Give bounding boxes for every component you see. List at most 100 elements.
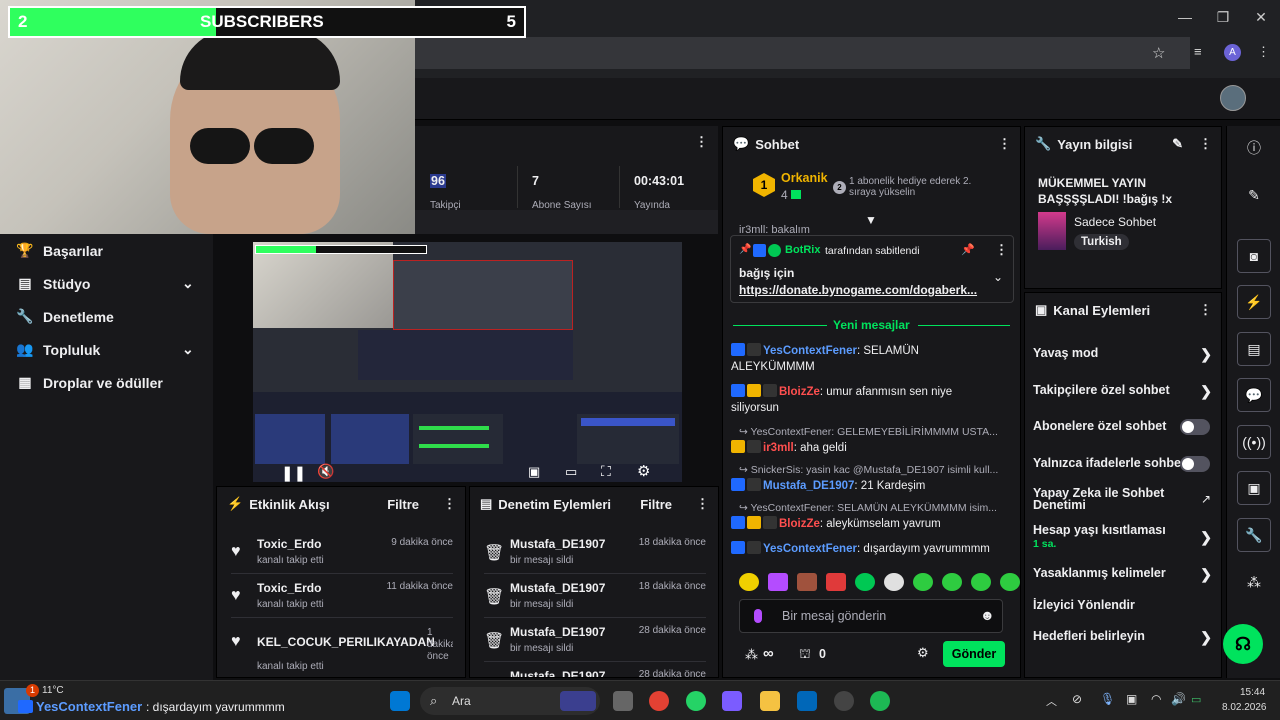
clip-icon[interactable]: ▣ [528,464,540,480]
activity-filter-button[interactable]: Filtre [387,497,419,512]
whatsapp-icon[interactable] [686,691,706,711]
unpin-icon[interactable]: 📌 [961,243,975,256]
emote-icon[interactable] [884,573,904,591]
goals-row[interactable]: Hedefleri belirleyin ❯ [1033,629,1216,645]
file-explorer-icon[interactable] [760,691,780,711]
emote-only-row[interactable]: Yalnızca ifadelerle sohbet [1033,456,1216,472]
mod-filter-button[interactable]: Filtre [640,497,672,512]
tray-chevron-up-icon[interactable]: ︿ [1046,693,1057,709]
clock-date[interactable]: 8.02.2026 [1222,702,1267,713]
emote-icon[interactable] [855,573,875,591]
edit-pencil-icon[interactable]: ✎ [1172,136,1183,152]
chat-menu-icon[interactable]: ⋮ [998,136,1011,152]
user-avatar[interactable] [1220,85,1246,111]
list-item[interactable]: 🗑 Mustafa_DE1907 bir mesajı sildi 18 dakika… [470,575,718,619]
chat-username[interactable]: ir3mll [763,442,794,454]
emoji-picker-icon[interactable]: ☻ [980,607,995,623]
subs-only-toggle[interactable] [1180,419,1210,435]
mod-menu-icon[interactable]: ⋮ [696,496,709,512]
notes-icon[interactable]: ▤ [1237,332,1271,366]
close-window-button[interactable]: ✕ [1242,0,1280,34]
wrench-icon[interactable]: 🔧 [1237,518,1271,552]
sidebar-item-moderation[interactable]: 🔧 Denetleme [16,308,114,325]
chat-username[interactable]: Mustafa_DE1907 [763,480,854,492]
tray-network-off-icon[interactable]: ⊘ [1072,692,1082,706]
minimize-button[interactable]: — [1166,0,1204,34]
language-tag[interactable]: Turkish [1074,234,1129,250]
category-name[interactable]: Sadece Sohbet [1074,215,1156,229]
spotify-icon[interactable] [870,691,890,711]
broadcast-icon[interactable]: ((•)) [1237,425,1271,459]
external-link-icon[interactable]: ↗ [1201,492,1211,506]
chevron-down-icon[interactable]: ⌄ [993,270,1003,284]
chat-message[interactable]: BloizZe: umur afanmısın sen niye siliyor… [731,384,996,416]
activity-menu-icon[interactable]: ⋮ [443,496,456,512]
tray-volume-icon[interactable]: 🔊 [1171,692,1186,706]
chat-input[interactable]: Bir mesaj gönderin ☻ [739,599,1003,633]
tray-wifi-icon[interactable]: ◠ [1151,692,1161,706]
sidebar-item-community[interactable]: 👥 Topluluk ⌄ [16,341,193,358]
chat-message[interactable]: YesContextFener: dışardayım yavrummmm [731,541,996,557]
followers-only-row[interactable]: Takipçilere özel sohbet ❯ [1033,383,1216,399]
theatre-icon[interactable]: ▭ [565,464,577,480]
obs-icon[interactable] [834,691,854,711]
chat-settings-gear-icon[interactable]: ⚙ [917,645,929,661]
list-item[interactable]: ♥ Toxic_Erdo kanalı takip etti 11 dakika ön… [217,575,465,619]
send-button[interactable]: Gönder [943,641,1005,667]
tray-app-icon[interactable]: ▣ [1126,692,1137,706]
collapse-leaderboard-icon[interactable]: ▼ [865,213,877,227]
tray-battery-icon[interactable]: ▭ [1191,693,1201,706]
emote-icon[interactable] [942,573,962,591]
emote-icon[interactable] [797,573,817,591]
info-icon[interactable]: ⓘ [1237,131,1271,165]
fullscreen-icon[interactable]: ⛶ [601,463,611,480]
clock-time[interactable]: 15:44 [1240,687,1265,698]
clip-camera-icon[interactable]: ◙ [1237,239,1271,273]
list-item[interactable]: ♥ KEL_COCUK_PERILIKAYADAN kanalı takip ett… [217,621,465,672]
pinned-message[interactable]: 📌 BotRix tarafından sabitlendi 📌 ⋮ bağış… [730,235,1014,303]
browser-menu-icon[interactable]: ⋮ [1257,44,1270,60]
headset-support-button[interactable]: ☊ [1223,624,1263,664]
raid-row[interactable]: İzleyici Yönlendir [1033,598,1216,612]
chat-message[interactable]: ir3mll: aha geldi [731,440,996,456]
channel-actions-menu-icon[interactable]: ⋮ [1199,302,1212,318]
bookmark-star-icon[interactable]: ☆ [1152,44,1165,62]
media-controls-icon[interactable]: ≡ [1194,44,1202,59]
windows-start-icon[interactable] [390,691,410,711]
restore-button[interactable]: ❐ [1204,0,1242,34]
chat-username[interactable]: YesContextFener [763,543,857,555]
list-item[interactable]: Mustafa_DE1907 28 dakika önce [470,663,718,677]
ai-moderation-row[interactable]: Yapay Zeka ile Sohbet Denetimi [1033,487,1203,512]
list-item[interactable]: 🗑 Mustafa_DE1907 bir mesajı sildi 18 dakika… [470,531,718,575]
community-icon[interactable]: ⁂ [1237,565,1271,599]
sidebar-item-drops[interactable]: ▦ Droplar ve ödüller [16,374,162,391]
chrome-icon[interactable] [649,691,669,711]
chat-message[interactable]: Mustafa_DE1907: 21 Kardeşim [731,478,996,494]
edit-pencil-icon[interactable]: ✎ [1237,178,1271,212]
channel-points-icon[interactable]: ⁂ [745,647,758,663]
slow-mode-row[interactable]: Yavaş mod ❯ [1033,346,1216,362]
ad-icon[interactable]: ▣ [1237,471,1271,505]
chat-username[interactable]: YesContextFener [763,345,857,357]
pinned-menu-icon[interactable]: ⋮ [995,242,1008,258]
mute-icon[interactable]: 🔇 [317,463,334,480]
emote-icon[interactable] [826,573,846,591]
emote-icon[interactable] [768,573,788,591]
pause-icon[interactable]: ❚❚ [281,464,306,482]
category-thumbnail[interactable] [1038,212,1066,250]
stats-menu-icon[interactable]: ⋮ [695,134,708,150]
weather-temp[interactable]: 11°C [42,685,64,696]
chat-username[interactable]: BloizZe [779,386,820,398]
chat-message[interactable]: BloizZe: aleykümselam yavrum [731,516,996,532]
settings-gear-icon[interactable]: ⚙ [637,462,650,480]
sidebar-item-achievements[interactable]: 🏆 Başarılar [16,242,103,259]
blocked-terms-row[interactable]: Yasaklanmış kelimeler ❯ [1033,566,1216,582]
stream-info-menu-icon[interactable]: ⋮ [1199,136,1212,152]
profile-avatar[interactable]: A [1224,44,1241,61]
emote-icon[interactable] [1000,573,1020,591]
emote-icon[interactable] [971,573,991,591]
pinned-link[interactable]: https://donate.bynogame.com/dogaberk... [739,283,989,297]
list-item[interactable]: ♥ Toxic_Erdo kanalı takip etti 9 dakika önc… [217,531,465,575]
task-view-icon[interactable] [613,691,633,711]
subs-only-row[interactable]: Abonelere özel sohbet [1033,419,1216,435]
